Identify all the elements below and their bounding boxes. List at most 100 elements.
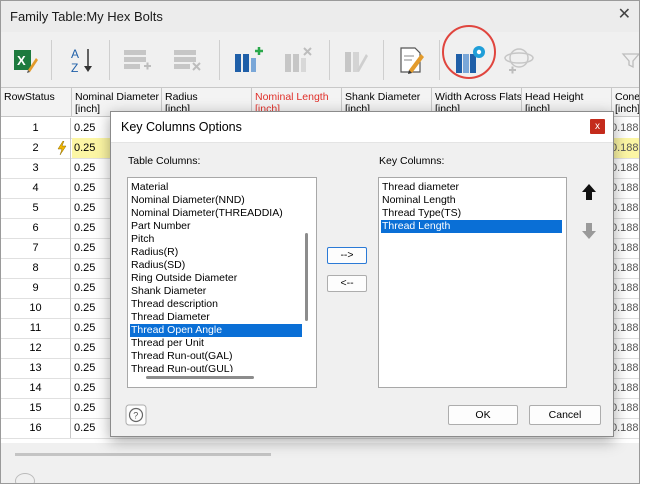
insert-column-button[interactable]: [229, 40, 265, 80]
insert-row-button[interactable]: [119, 40, 155, 80]
move-down-button[interactable]: [577, 219, 601, 243]
row-cone-value[interactable]: 0.1886: [611, 138, 639, 158]
table-columns-vertical-scrollbar[interactable]: [305, 233, 308, 321]
row-number: 4: [1, 178, 71, 198]
row-cone-value[interactable]: 0.1886: [611, 178, 639, 198]
row-value[interactable]: 0.25: [72, 158, 112, 178]
list-item[interactable]: Nominal Length: [381, 194, 562, 207]
row-number: 6: [1, 218, 71, 238]
row-value[interactable]: 0.25: [72, 338, 112, 358]
row-value[interactable]: 0.25: [72, 298, 112, 318]
row-number: 11: [1, 318, 71, 338]
row-value[interactable]: 0.25: [72, 118, 112, 138]
list-item[interactable]: Thread Diameter: [130, 311, 302, 324]
list-item[interactable]: Nominal Diameter(NND): [130, 194, 302, 207]
row-value[interactable]: 0.25: [72, 398, 112, 418]
edit-column-button[interactable]: [337, 40, 373, 80]
list-item[interactable]: Thread per Unit: [130, 337, 302, 350]
key-columns-dialog: Key Columns Options x Table Columns: Key…: [110, 111, 614, 437]
column-header-label: Width Across Flats: [435, 91, 522, 103]
list-item[interactable]: Thread description: [130, 298, 302, 311]
row-cone-value[interactable]: 0.1886: [611, 158, 639, 178]
list-item-selected[interactable]: Thread Length: [381, 220, 562, 233]
list-item[interactable]: Radius(SD): [130, 259, 302, 272]
row-cone-value[interactable]: 0.1886: [611, 378, 639, 398]
row-cone-value[interactable]: 0.1886: [611, 318, 639, 338]
list-item[interactable]: Pitch: [130, 233, 302, 246]
row-cone-value[interactable]: 0.1886: [611, 358, 639, 378]
row-number: 14: [1, 378, 71, 398]
list-item[interactable]: Ring Outside Diameter: [130, 272, 302, 285]
column-header-unit: [inch]: [615, 103, 640, 115]
list-item-selected[interactable]: Thread Open Angle: [130, 324, 302, 337]
dialog-titlebar: Key Columns Options x: [111, 112, 613, 143]
add-instance-button[interactable]: [501, 40, 537, 80]
window-close-button[interactable]: ✕: [618, 4, 631, 24]
row-value[interactable]: 0.25: [72, 278, 112, 298]
list-item[interactable]: Shank Diameter: [130, 285, 302, 298]
row-value[interactable]: 0.25: [72, 218, 112, 238]
cancel-button[interactable]: Cancel: [529, 405, 601, 425]
list-item[interactable]: Thread Type(TS): [381, 207, 562, 220]
row-number: 1: [1, 118, 71, 138]
grid-horizontal-scrollbar[interactable]: [15, 453, 271, 456]
table-columns-horizontal-scrollbar[interactable]: [146, 376, 254, 379]
list-item[interactable]: Thread diameter: [381, 181, 562, 194]
key-columns-list[interactable]: Thread diameter Nominal Length Thread Ty…: [378, 177, 567, 388]
row-cone-value[interactable]: 0.1886: [611, 278, 639, 298]
list-item[interactable]: Thread Run-out(GUL): [130, 363, 302, 372]
help-icon[interactable]: [15, 473, 35, 483]
dialog-close-button[interactable]: x: [590, 119, 605, 134]
sort-button[interactable]: A Z: [63, 40, 99, 80]
delete-column-button[interactable]: [279, 40, 315, 80]
toolbar-separator: [219, 40, 220, 80]
row-cone-value[interactable]: 0.1886: [611, 238, 639, 258]
list-item[interactable]: Material: [130, 181, 302, 194]
delete-row-button[interactable]: [169, 40, 205, 80]
svg-text:A: A: [71, 47, 79, 61]
row-number: 13: [1, 358, 71, 378]
row-cone-value[interactable]: 0.1886: [611, 418, 639, 438]
column-header-label: Radius: [165, 91, 198, 103]
sort-az-icon: A Z: [71, 47, 92, 75]
row-cone-value[interactable]: 0.1886: [611, 258, 639, 278]
table-columns-list[interactable]: Material Nominal Diameter(NND) Nominal D…: [127, 177, 317, 388]
edit-document-button[interactable]: [393, 40, 429, 80]
dialog-title: Key Columns Options: [121, 120, 242, 134]
row-cone-value[interactable]: 0.1886: [611, 218, 639, 238]
row-cone-value[interactable]: 0.1886: [611, 198, 639, 218]
row-value[interactable]: 0.25: [72, 198, 112, 218]
row-number: 12: [1, 338, 71, 358]
filter-button[interactable]: [613, 40, 639, 80]
column-header-label: Nominal Length: [255, 91, 329, 103]
add-instance-icon: [504, 48, 534, 74]
list-item[interactable]: Radius(R): [130, 246, 302, 259]
remove-key-column-button[interactable]: <--: [327, 275, 367, 292]
row-value[interactable]: 0.25: [72, 178, 112, 198]
dialog-help-button[interactable]: ?: [125, 404, 147, 429]
toolbar-separator: [51, 40, 52, 80]
row-value[interactable]: 0.25: [72, 238, 112, 258]
move-up-button[interactable]: [577, 180, 601, 204]
row-value[interactable]: 0.25: [72, 138, 112, 158]
row-cone-value[interactable]: 0.1886: [611, 338, 639, 358]
insert-row-icon: [124, 50, 151, 70]
excel-edit-button[interactable]: X: [7, 40, 43, 80]
svg-text:Z: Z: [71, 61, 78, 75]
list-item[interactable]: Nominal Diameter(THREADDIA): [130, 207, 302, 220]
row-number: 3: [1, 158, 71, 178]
row-value[interactable]: 0.25: [72, 318, 112, 338]
list-item[interactable]: Part Number: [130, 220, 302, 233]
row-cone-value[interactable]: 0.1886: [611, 298, 639, 318]
list-item[interactable]: Thread Run-out(GAL): [130, 350, 302, 363]
column-header-rowstatus[interactable]: RowStatus: [1, 88, 72, 117]
add-key-column-button[interactable]: -->: [327, 247, 367, 264]
row-value[interactable]: 0.25: [72, 258, 112, 278]
ok-button[interactable]: OK: [448, 405, 518, 425]
row-value[interactable]: 0.25: [72, 358, 112, 378]
row-value[interactable]: 0.25: [72, 378, 112, 398]
row-value[interactable]: 0.25: [72, 418, 112, 438]
row-cone-value[interactable]: 0.1886: [611, 398, 639, 418]
row-cone-value[interactable]: 0.1886: [611, 118, 639, 138]
column-header-cone-height[interactable]: Cone H [inch]: [612, 88, 640, 117]
